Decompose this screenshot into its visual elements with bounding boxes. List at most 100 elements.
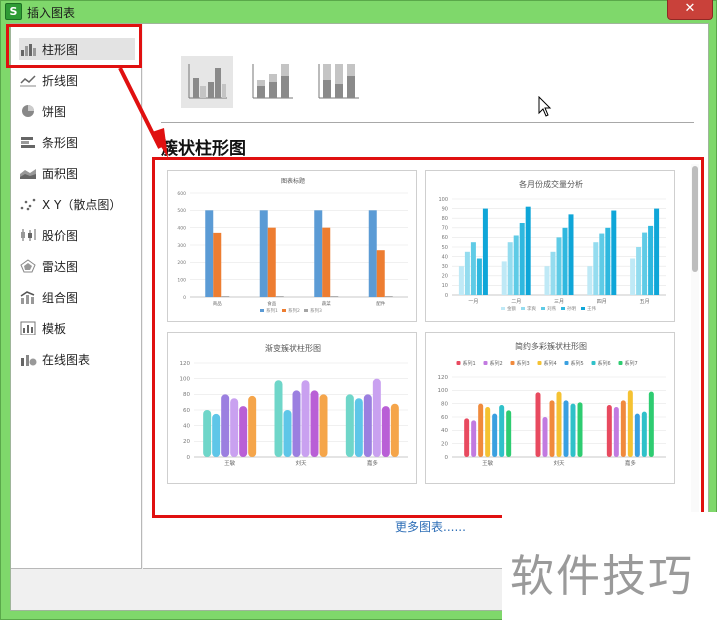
legend-label: 刘燕 — [547, 305, 556, 312]
area-chart-icon — [19, 166, 37, 180]
legend-swatch — [561, 307, 565, 310]
sidebar-item-label: 条形图 — [42, 135, 79, 150]
x-tick-label: 商品 — [213, 300, 222, 307]
online-chart-icon — [19, 352, 37, 366]
subtype-divider — [161, 122, 694, 123]
template-thumbnail-2[interactable]: 各月份成交量分析 0 10 20 30 40 50 60 70 80 90 100 一月 二月 三月 四月 五月… — [425, 170, 675, 322]
subtype-clustered-column-button[interactable] — [181, 56, 233, 108]
sidebar-item-online-chart[interactable]: 在线图表 — [19, 348, 135, 370]
x-tick-label: 王敏 — [224, 459, 236, 467]
legend-label: 系列2 — [490, 360, 503, 367]
sidebar-item-label: X Y（散点图） — [42, 197, 122, 212]
y-tick-label: 600 — [177, 191, 186, 197]
x-tick-label: 三月 — [554, 299, 564, 305]
bar-5 — [492, 413, 498, 457]
percent-stacked-column-icon — [318, 64, 359, 99]
y-tick-label: 500 — [177, 208, 186, 214]
sidebar-item-radar-chart[interactable]: 雷达图 — [19, 255, 135, 277]
sidebar-item-bar-chart[interactable]: 条形图 — [19, 131, 135, 153]
close-button[interactable]: ✕ — [667, 0, 713, 20]
line-chart-icon — [19, 73, 37, 87]
bar-2 — [322, 227, 331, 297]
stacked-column-icon — [252, 64, 293, 99]
chart-title: 简约多彩簇状柱形图 — [515, 341, 587, 351]
template-gallery: 图表标题 0 100 200 300 400 500 600 商品 食品 蔬菜 配件 系列1 系列2 系列3… — [157, 160, 704, 518]
subtype-percent-stacked-column-button[interactable] — [313, 56, 365, 108]
y-tick-label: 400 — [177, 225, 186, 231]
bar-chart-icon — [19, 135, 37, 149]
bar-4 — [476, 258, 482, 295]
legend-label: 系列3 — [310, 307, 322, 314]
y-tick-label: 200 — [177, 260, 186, 266]
bar-1 — [274, 380, 283, 457]
scatter-chart-icon — [19, 197, 37, 211]
bar-6 — [641, 411, 647, 457]
bar-1 — [259, 210, 268, 297]
template-thumbnail-3[interactable]: 渐变簇状柱形图 0 20 40 60 80 100 120 王敏 刘天 嘉多 — [167, 332, 417, 484]
bar-1 — [458, 266, 464, 295]
legend-swatch — [483, 361, 488, 365]
bar-1 — [544, 266, 550, 295]
bar-5 — [568, 214, 574, 295]
bar-5 — [634, 413, 640, 457]
bar-2 — [507, 242, 513, 295]
x-tick-label: 二月 — [511, 299, 521, 305]
legend-swatch — [541, 307, 545, 310]
watermark-text: 软件技巧 — [510, 551, 694, 602]
sidebar-item-column-chart[interactable]: 柱形图 — [19, 38, 135, 60]
bar-7 — [648, 391, 654, 457]
bar-1 — [630, 258, 636, 295]
y-tick-label: 0 — [187, 455, 191, 461]
sidebar-item-scatter-chart[interactable]: X Y（散点图） — [19, 193, 135, 215]
sidebar-item-area-chart[interactable]: 面积图 — [19, 162, 135, 184]
y-tick-label: 40 — [441, 428, 448, 434]
bar-2 — [471, 420, 477, 457]
sidebar-item-combo-chart[interactable]: 组合图 — [19, 286, 135, 308]
pie-chart-icon — [19, 104, 37, 118]
radar-chart-icon — [19, 259, 37, 273]
x-tick-label: 嘉多 — [625, 459, 637, 467]
legend-label: 系列4 — [544, 360, 557, 367]
bar-4 — [556, 391, 562, 457]
bar-2 — [593, 242, 599, 295]
sidebar-item-pie-chart[interactable]: 饼图 — [19, 100, 135, 122]
gallery-scrollbar[interactable] — [691, 164, 699, 514]
section-title: 簇状柱形图 — [161, 139, 246, 159]
sidebar-item-label: 雷达图 — [42, 259, 79, 274]
legend-label: 王伟 — [587, 305, 596, 312]
legend-swatch — [501, 307, 505, 310]
y-tick-label: 90 — [442, 206, 448, 212]
bar-6 — [248, 395, 257, 457]
bar-3 — [275, 296, 284, 297]
bar-5 — [611, 210, 617, 295]
legend-label: 金额 — [507, 305, 516, 312]
gallery-scrollbar-thumb[interactable] — [692, 166, 698, 272]
bar-5 — [563, 400, 569, 457]
subtype-stacked-column-button[interactable] — [247, 56, 299, 108]
y-tick-label: 0 — [183, 295, 186, 301]
legend-label: 系列1 — [266, 307, 278, 314]
bar-2 — [283, 410, 292, 457]
legend-swatch — [581, 307, 585, 310]
y-tick-label: 120 — [180, 361, 191, 367]
dialog-title: 插入图表 — [27, 6, 76, 20]
bar-3 — [363, 394, 372, 457]
y-tick-label: 80 — [441, 401, 448, 407]
template-thumbnail-1[interactable]: 图表标题 0 100 200 300 400 500 600 商品 食品 蔬菜 配件 系列1 系列2 系列3 — [167, 170, 417, 322]
sidebar-item-line-chart[interactable]: 折线图 — [19, 69, 135, 91]
bar-4 — [485, 407, 491, 457]
bar-4 — [562, 227, 568, 295]
template-thumbnail-4[interactable]: 简约多彩簇状柱形图 0 20 40 60 80 100 120 王敏 刘天 嘉多 系列1 系列2 系列3 系… — [425, 332, 675, 484]
bar-1 — [314, 210, 323, 297]
sidebar-item-label: 在线图表 — [42, 352, 91, 367]
chart-title: 渐变簇状柱形图 — [265, 343, 321, 353]
sidebar-item-stock-chart[interactable]: 股价图 — [19, 224, 135, 246]
bar-3 — [642, 232, 648, 295]
x-tick-label: 刘天 — [553, 459, 565, 467]
y-tick-label: 20 — [442, 274, 448, 280]
y-tick-label: 80 — [442, 216, 448, 222]
bar-4 — [627, 390, 633, 457]
x-tick-label: 食品 — [267, 300, 276, 307]
sidebar-item-template[interactable]: 模板 — [19, 317, 135, 339]
more-charts-link[interactable]: 更多图表...... — [395, 518, 466, 535]
